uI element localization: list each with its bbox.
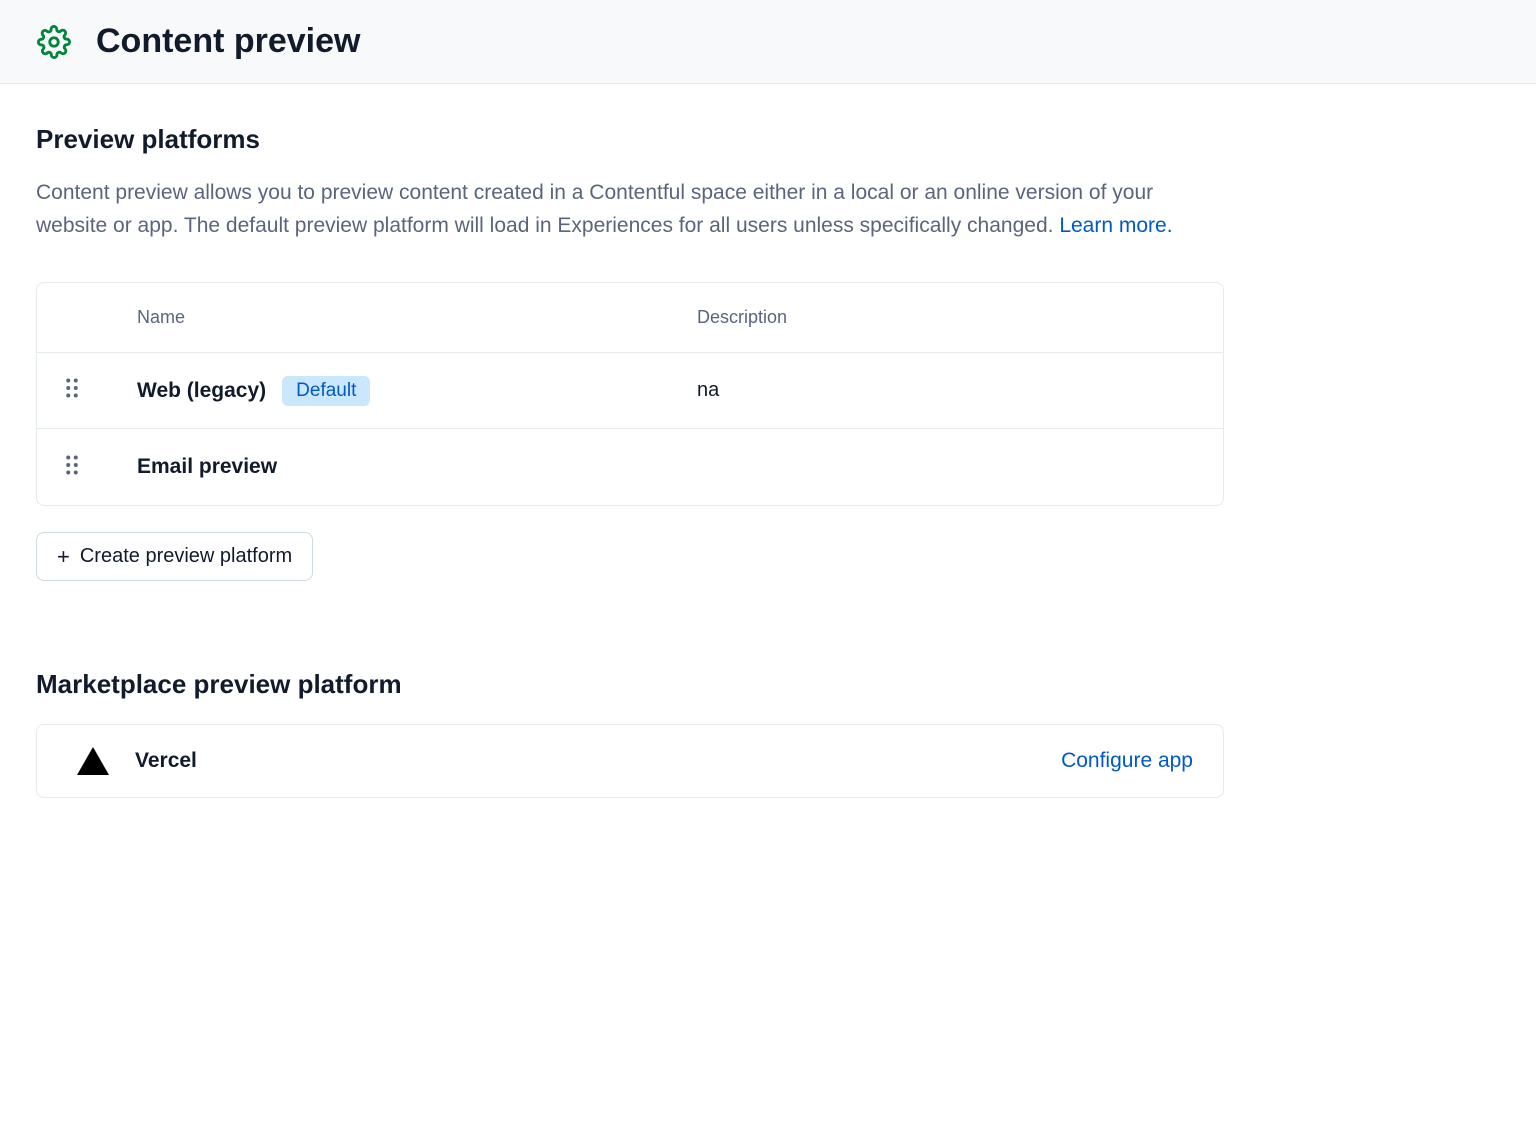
platform-name: Email preview	[137, 455, 277, 479]
plus-icon: +	[57, 546, 70, 568]
table-row[interactable]: Email preview	[37, 429, 1223, 505]
preview-platforms-table: Name Description Web (legacy) Default na	[36, 282, 1224, 506]
platform-description: na	[697, 379, 1195, 402]
create-button-label: Create preview platform	[80, 545, 292, 568]
marketplace-heading: Marketplace preview platform	[36, 669, 1224, 700]
page-header: Content preview	[0, 0, 1536, 84]
configure-app-link[interactable]: Configure app	[1061, 749, 1193, 773]
preview-platforms-heading: Preview platforms	[36, 124, 1224, 155]
page-title: Content preview	[96, 22, 360, 61]
default-badge: Default	[282, 376, 370, 406]
table-row[interactable]: Web (legacy) Default na	[37, 353, 1223, 429]
vercel-logo-icon	[77, 747, 109, 775]
drag-handle-icon[interactable]	[65, 378, 83, 403]
create-preview-platform-button[interactable]: + Create preview platform	[36, 532, 313, 581]
column-header-description: Description	[697, 307, 1195, 328]
marketplace-item-name: Vercel	[135, 749, 197, 773]
learn-more-link[interactable]: Learn more.	[1059, 214, 1172, 237]
preview-platforms-description: Content preview allows you to preview co…	[36, 177, 1224, 242]
marketplace-card: Vercel Configure app	[36, 724, 1224, 798]
gear-icon	[36, 24, 72, 60]
description-text: Content preview allows you to preview co…	[36, 181, 1153, 237]
column-header-name: Name	[137, 307, 697, 328]
drag-handle-icon[interactable]	[65, 455, 83, 480]
platform-name: Web (legacy)	[137, 379, 266, 403]
table-header-row: Name Description	[37, 283, 1223, 353]
